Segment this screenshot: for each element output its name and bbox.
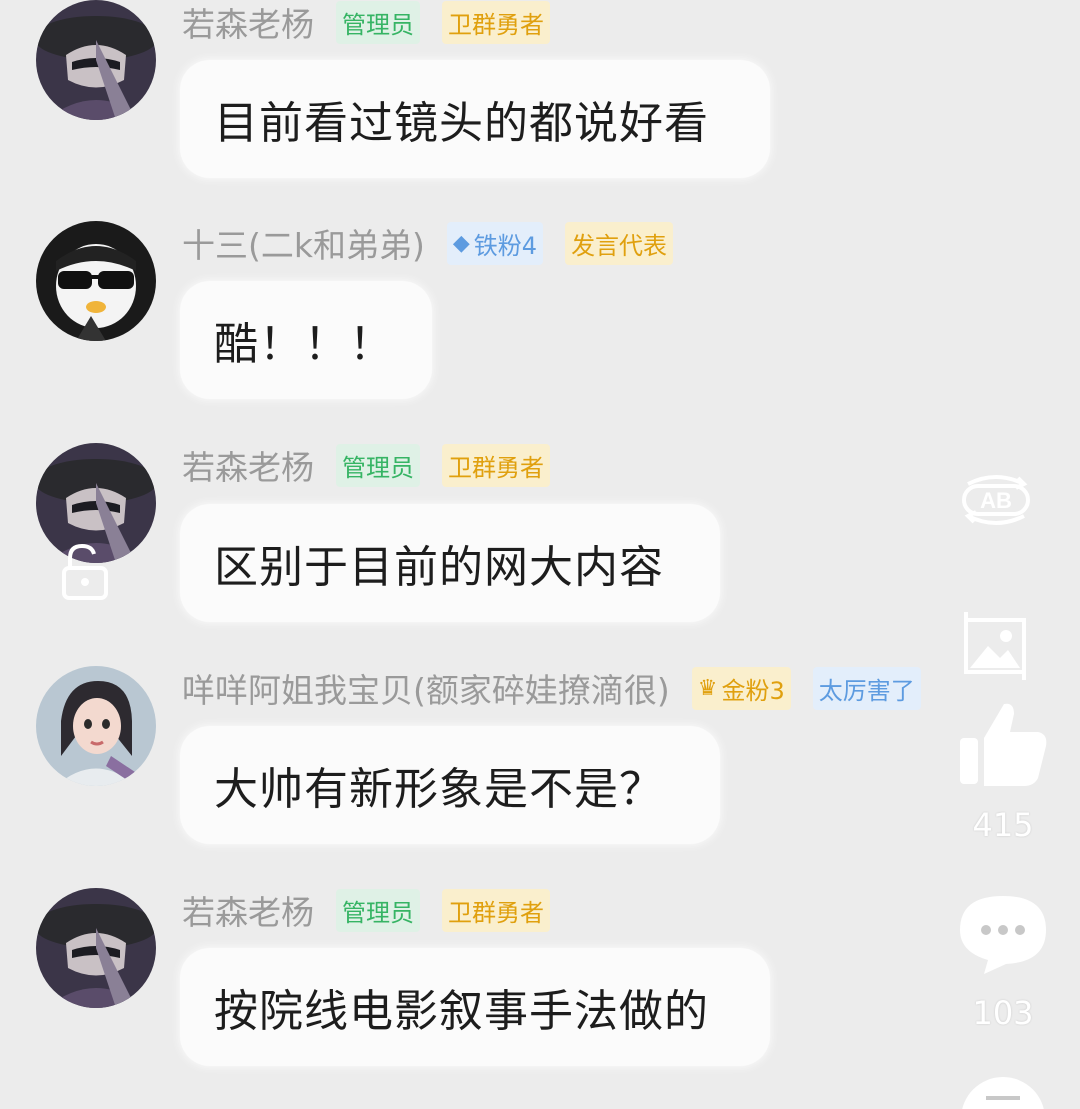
- admin-badge: 管理员: [336, 888, 420, 932]
- admin-badge: 管理员: [336, 0, 420, 44]
- message-bubble[interactable]: 大帅有新形象是不是？: [180, 726, 720, 844]
- image-icon[interactable]: [960, 610, 1030, 680]
- admin-badge: 管理员: [336, 443, 420, 487]
- username[interactable]: 若森老杨: [182, 441, 314, 489]
- translate-label: AB: [980, 488, 1012, 513]
- message-text: 大帅有新形象是不是？: [214, 764, 664, 815]
- title-badge: 卫群勇者: [442, 0, 550, 44]
- message-text: 区别于目前的网大内容: [214, 542, 664, 593]
- fan-level-label: 铁粉4: [473, 231, 538, 260]
- message-bubble[interactable]: 按院线电影叙事手法做的: [180, 948, 770, 1066]
- comment-count: 103: [972, 994, 1034, 1032]
- like-count: 415: [972, 806, 1034, 844]
- message-bubble[interactable]: 酷！！！: [180, 281, 432, 399]
- avatar[interactable]: [36, 666, 156, 786]
- title-badge: 卫群勇者: [442, 443, 550, 487]
- username[interactable]: 若森老杨: [182, 886, 314, 934]
- message-text: 按院线电影叙事手法做的: [214, 986, 709, 1037]
- avatar[interactable]: [36, 888, 156, 1008]
- more-icon[interactable]: [958, 1074, 1048, 1109]
- message-text: 目前看过镜头的都说好看: [214, 98, 709, 149]
- message-bubble[interactable]: 目前看过镜头的都说好看: [180, 60, 770, 178]
- like-button[interactable]: [958, 698, 1048, 788]
- username[interactable]: 咩咩阿姐我宝贝(额家碎娃撩滴很): [182, 664, 670, 712]
- translate-button[interactable]: AB: [958, 472, 1034, 528]
- message-text: 酷！！！: [214, 319, 394, 370]
- fan-level-badge: ♛ 金粉3: [691, 666, 791, 710]
- title-badge: 卫群勇者: [442, 888, 550, 932]
- title-badge: 太厉害了: [812, 666, 921, 710]
- username[interactable]: 若森老杨: [182, 0, 314, 46]
- unlock-icon[interactable]: [60, 540, 110, 602]
- title-badge: 发言代表: [565, 221, 674, 265]
- message-bubble[interactable]: 区别于目前的网大内容: [180, 504, 720, 622]
- avatar[interactable]: [36, 221, 156, 341]
- crown-icon: ♛: [697, 675, 718, 701]
- diamond-icon: ◆: [452, 230, 470, 256]
- fan-level-badge: ◆ 铁粉4: [446, 221, 544, 265]
- comment-button[interactable]: [958, 892, 1048, 976]
- thumbs-up-icon: [960, 703, 1047, 786]
- avatar[interactable]: [36, 0, 156, 120]
- comment-bubble-icon: [960, 896, 1046, 974]
- username[interactable]: 十三(二k和弟弟): [182, 219, 425, 267]
- fan-level-label: 金粉3: [721, 676, 785, 705]
